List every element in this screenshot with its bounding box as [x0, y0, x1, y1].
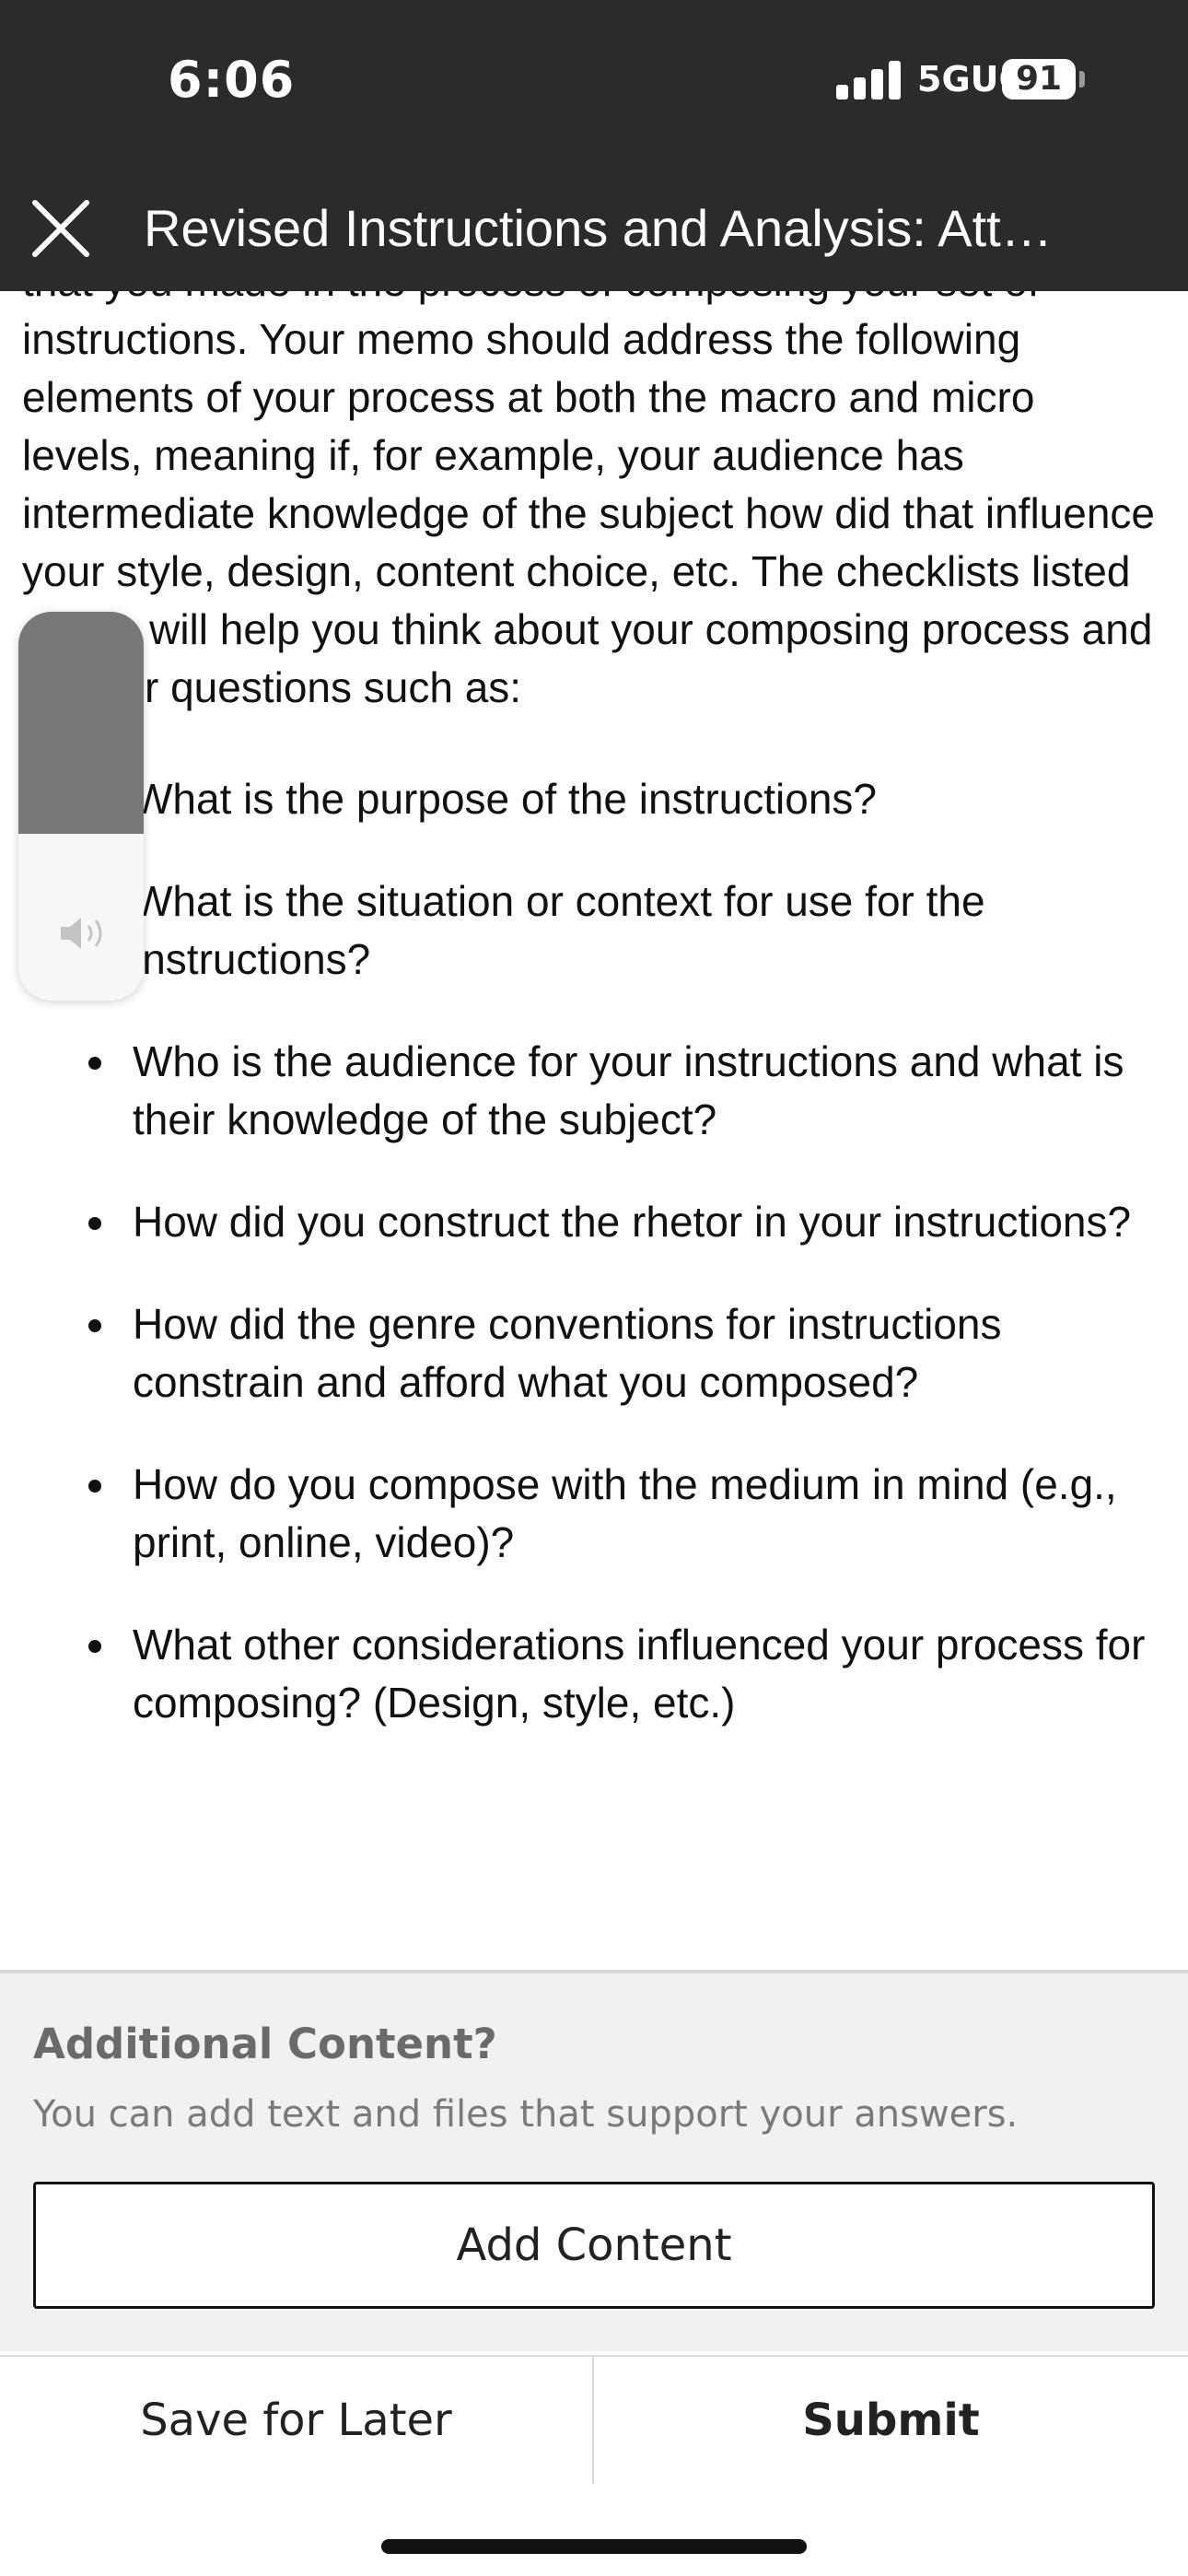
list-item-text: Who is the audience for your instruction… — [133, 1037, 1124, 1143]
list-item-text: What other considerations influenced you… — [133, 1621, 1146, 1727]
save-for-later-button[interactable]: Save for Later — [0, 2357, 592, 2484]
title-bar: Revised Instructions and Analysis: Att… — [0, 166, 1188, 291]
list-item-text: What is the purpose of the instructions? — [133, 775, 877, 823]
list-item-text: How did you construct the rhetor in your… — [133, 1198, 1132, 1246]
status-bar: 6:06 5GUC 91 — [0, 0, 1188, 166]
page-title: Revised Instructions and Analysis: Att… — [144, 199, 1053, 257]
speaker-icon — [61, 918, 102, 949]
home-indicator[interactable] — [381, 2539, 807, 2554]
additional-content-section: Additional Content? You can add text and… — [0, 1973, 1188, 2351]
close-button[interactable] — [26, 193, 96, 263]
add-content-button[interactable]: Add Content — [33, 2182, 1155, 2309]
bullet-dot — [88, 1319, 101, 1332]
list-item: Who is the audience for your instruction… — [22, 1033, 1173, 1149]
additional-content-description: You can add text and files that support … — [33, 2093, 1019, 2136]
submit-button[interactable]: Submit — [594, 2357, 1188, 2484]
bullet-dot — [88, 1640, 101, 1653]
list-item-text: How do you compose with the medium in mi… — [133, 1460, 1117, 1566]
volume-slider[interactable] — [18, 612, 144, 1001]
volume-level-fill — [18, 612, 144, 834]
signal-icon — [836, 61, 901, 100]
bullet-dot — [88, 1480, 101, 1493]
list-item: What other considerations influenced you… — [22, 1616, 1173, 1732]
battery-icon: 91 — [1002, 59, 1076, 100]
question-list: What is the purpose of the instructions?… — [22, 770, 1173, 1776]
additional-content-title: Additional Content? — [33, 2020, 497, 2068]
battery-tip — [1079, 71, 1085, 88]
assignment-content: that you made in the process of composin… — [22, 291, 1173, 1968]
list-item-text: How did the genre conventions for instru… — [133, 1300, 1002, 1406]
list-item-text: What is the situation or context for use… — [133, 877, 985, 983]
bullet-dot — [88, 1057, 101, 1070]
instructions-paragraph: that you made in the process of composin… — [22, 291, 1156, 711]
bullet-dot — [88, 1217, 101, 1230]
list-item: What is the situation or context for use… — [22, 872, 1173, 989]
close-icon — [32, 200, 89, 257]
list-item: How did you construct the rhetor in your… — [22, 1193, 1173, 1251]
list-item: How do you compose with the medium in mi… — [22, 1456, 1173, 1572]
list-item: What is the purpose of the instructions? — [22, 770, 1173, 828]
status-time: 6:06 — [168, 51, 296, 109]
list-item: How did the genre conventions for instru… — [22, 1295, 1173, 1411]
